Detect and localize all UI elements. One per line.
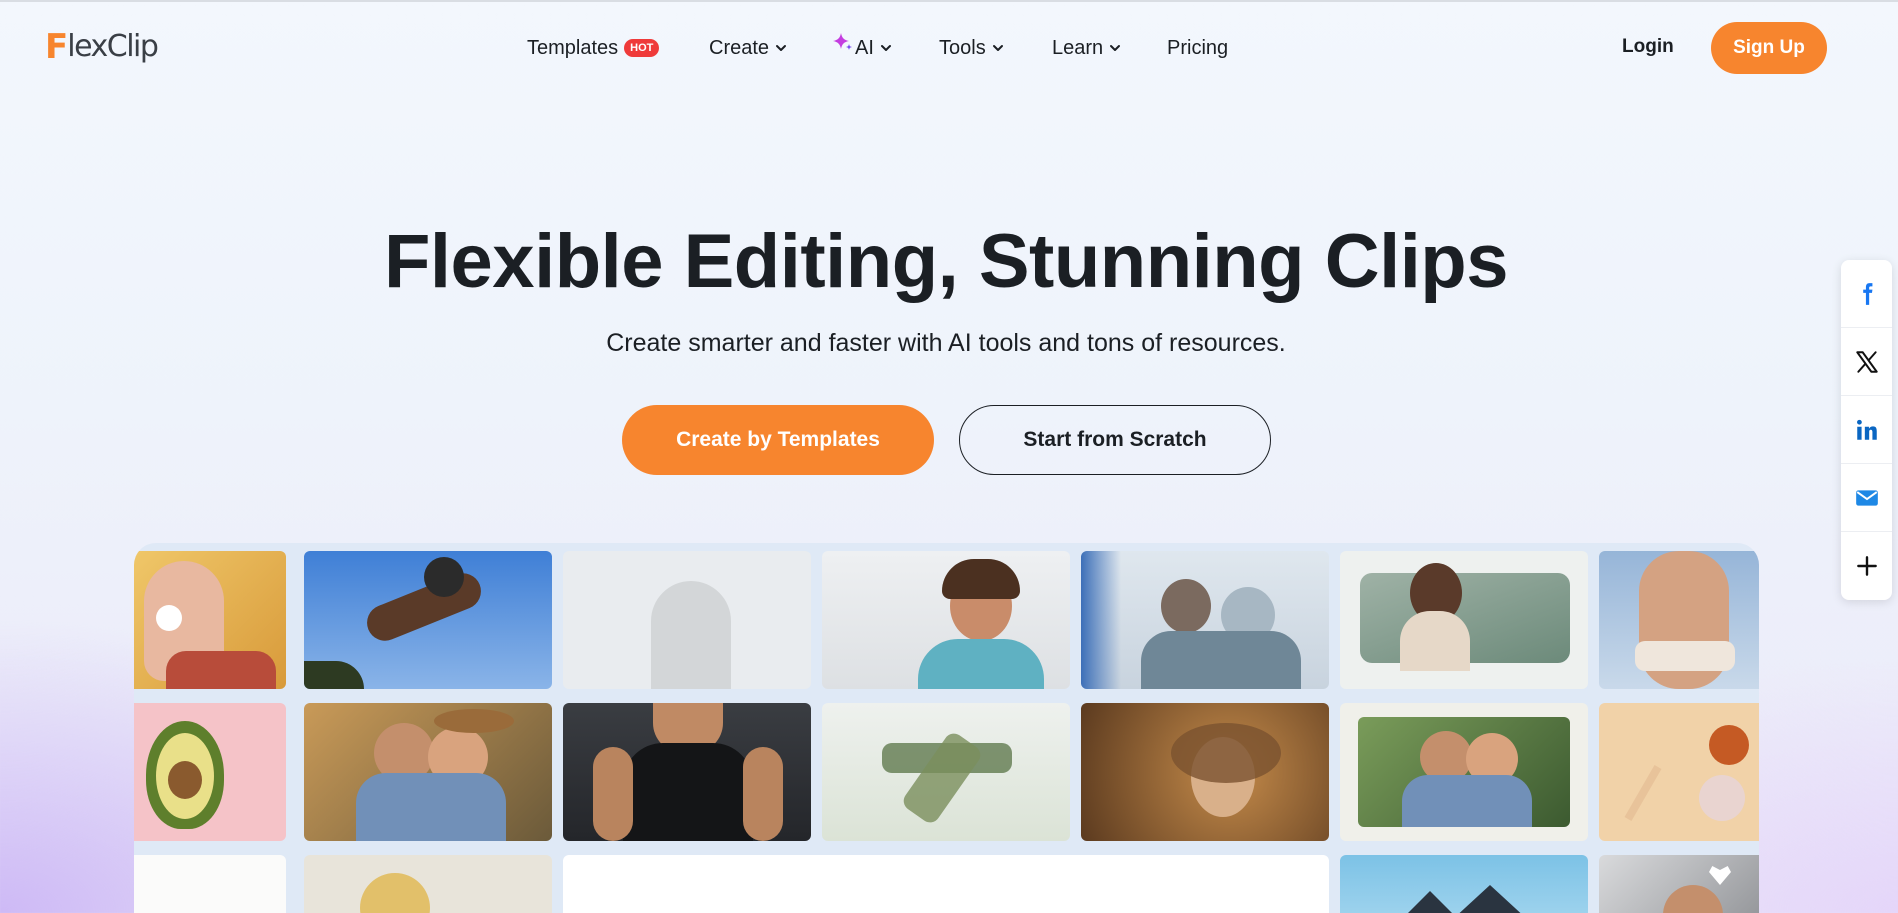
site-header: F lexClip Templates HOT Create AI Tools …: [0, 2, 1898, 92]
collage-tile: [563, 855, 1329, 913]
start-from-scratch-button[interactable]: Start from Scratch: [959, 405, 1271, 475]
collage-tile: [134, 703, 286, 841]
nav-create[interactable]: Create: [709, 32, 787, 64]
share-x-button[interactable]: [1841, 328, 1892, 396]
create-by-templates-button[interactable]: Create by Templates: [622, 405, 934, 475]
collage-tile: [304, 703, 552, 841]
collage-tile: [1599, 855, 1759, 913]
chevron-down-icon: [1110, 45, 1121, 51]
share-rail: [1841, 260, 1892, 600]
nav-learn-label: Learn: [1052, 36, 1104, 59]
chevron-down-icon: [776, 45, 787, 51]
collage-tile: [822, 703, 1070, 841]
collage-tile: [134, 855, 286, 913]
collage-tile: [134, 551, 286, 689]
collage-tile: [1340, 551, 1588, 689]
plus-icon: [1856, 556, 1877, 576]
collage-tile: [1340, 855, 1588, 913]
nav-learn[interactable]: Learn: [1052, 32, 1121, 64]
collage-tile: [1340, 703, 1588, 841]
collage-tile: [1081, 551, 1329, 689]
share-linkedin-button[interactable]: [1841, 396, 1892, 464]
flexclip-logo[interactable]: F lexClip: [45, 27, 159, 67]
linkedin-icon: [1856, 419, 1877, 440]
collage-tile: [1599, 703, 1759, 841]
nav-tools-label: Tools: [939, 36, 986, 59]
nav-ai-label: AI: [855, 36, 874, 59]
collage-tile: [304, 855, 552, 913]
media-collage: [134, 543, 1759, 913]
nav-pricing-label: Pricing: [1167, 36, 1229, 59]
share-more-button[interactable]: [1841, 532, 1892, 600]
share-facebook-button[interactable]: [1841, 260, 1892, 328]
nav-templates[interactable]: Templates HOT: [527, 32, 660, 64]
hero-title: Flexible Editing, Stunning Clips: [384, 219, 1509, 304]
x-icon: [1855, 350, 1878, 373]
collage-tile: [563, 551, 811, 689]
collage-tile: [1081, 703, 1329, 841]
nav-create-label: Create: [709, 36, 770, 59]
login-link[interactable]: Login: [1622, 36, 1674, 58]
chevron-down-icon: [992, 45, 1003, 51]
nav-ai[interactable]: AI: [832, 32, 892, 64]
facebook-icon: [1862, 282, 1872, 305]
chevron-down-icon: [880, 45, 891, 51]
email-icon: [1855, 489, 1878, 506]
collage-tile: [304, 551, 552, 689]
hot-badge: HOT: [624, 39, 660, 57]
nav-tools[interactable]: Tools: [939, 32, 1004, 64]
hero-subtitle: Create smarter and faster with AI tools …: [606, 329, 1286, 357]
collage-tile: [822, 551, 1070, 689]
signup-button[interactable]: Sign Up: [1711, 22, 1827, 74]
collage-tile: [1599, 551, 1759, 689]
collage-tile: [563, 703, 811, 841]
ai-sparkle-icon: [833, 33, 852, 50]
nav-templates-label: Templates: [527, 36, 619, 59]
nav-pricing[interactable]: Pricing: [1167, 32, 1228, 64]
logo-initial: F: [45, 27, 68, 67]
share-email-button[interactable]: [1841, 464, 1892, 532]
logo-wordmark: lexClip: [67, 29, 159, 64]
